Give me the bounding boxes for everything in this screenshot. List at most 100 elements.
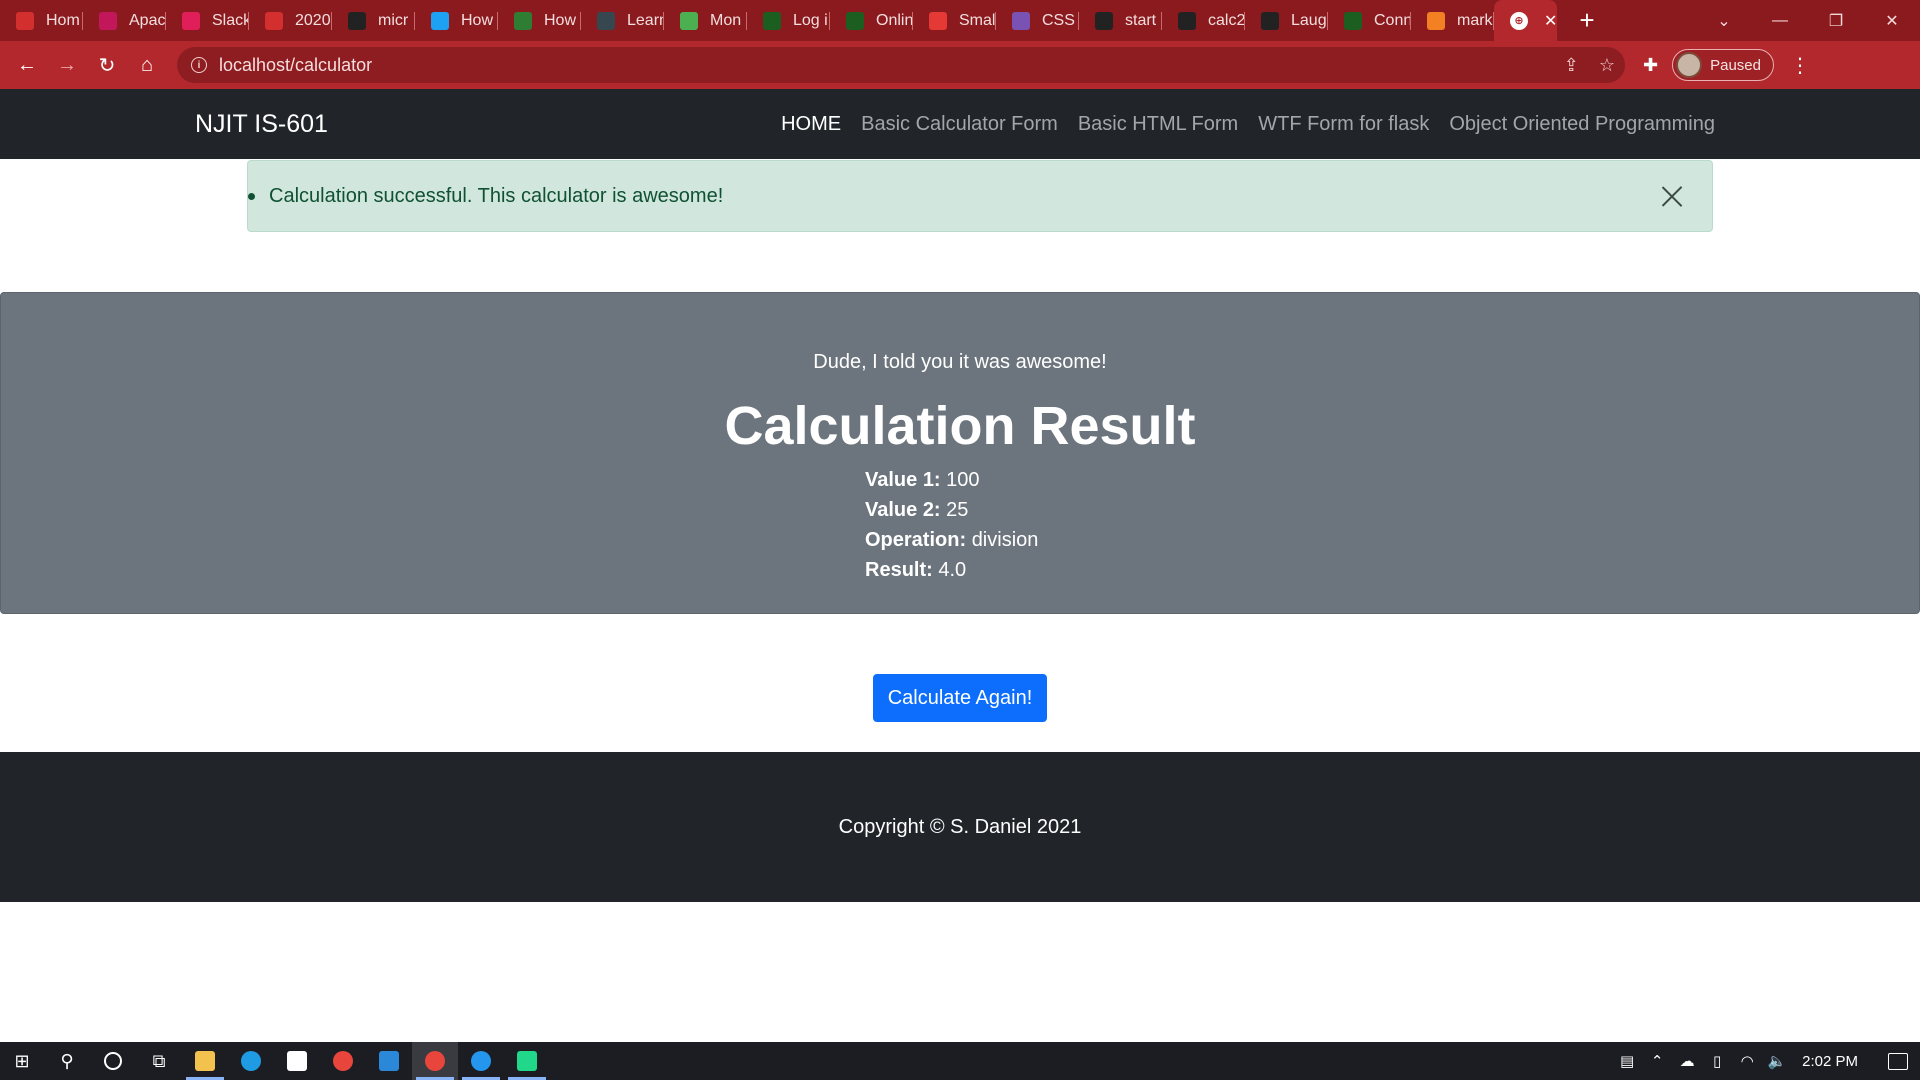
result-label: Value 2: [865, 499, 941, 521]
edge-icon [241, 1051, 261, 1071]
notification-center-button[interactable] [1876, 1052, 1920, 1070]
search-button[interactable]: ⚲ [44, 1042, 90, 1080]
success-alert: Calculation successful. This calculator … [247, 160, 1713, 232]
browser-tab[interactable]: Log i [747, 0, 830, 41]
device-icon[interactable]: ▯ [1702, 1052, 1732, 1070]
globe-icon: ⊕ [1510, 11, 1528, 30]
browser-tab[interactable]: Learn [581, 0, 664, 41]
result-label: Operation: [865, 529, 967, 551]
back-button[interactable]: ← [7, 45, 47, 85]
forward-button[interactable]: → [47, 45, 87, 85]
browser-tab-strip: Hom Apac Slack 2020 micr How How Learn Mon Log i O… [0, 0, 1920, 41]
browser-tab[interactable]: calc2 [1162, 0, 1245, 41]
taskbar-pycharm[interactable] [504, 1042, 550, 1080]
browser-tab[interactable]: 2020 [249, 0, 332, 41]
browser-tab[interactable]: Slack [166, 0, 249, 41]
red-logo-icon [16, 11, 34, 30]
browser-tab-label: mark [1457, 11, 1493, 29]
result-row-operation: Operation: division [865, 525, 1038, 555]
bullet-icon [248, 192, 255, 200]
result-value: division [971, 529, 1039, 551]
alert-close-button[interactable] [1660, 184, 1684, 208]
browser-tab[interactable]: Onlin [830, 0, 913, 41]
browser-tab-label: How [544, 11, 577, 29]
home-button[interactable]: ⌂ [127, 45, 167, 85]
reload-button[interactable]: ↻ [87, 45, 127, 85]
github-icon [1095, 11, 1113, 30]
news-widget-icon[interactable]: ▤ [1612, 1052, 1642, 1070]
browser-tab-label: micr [378, 11, 409, 29]
result-label: Result: [865, 559, 933, 581]
browser-tab[interactable]: Laug [1245, 0, 1328, 41]
feather-icon [99, 11, 117, 30]
taskbar-mail[interactable] [366, 1042, 412, 1080]
site-brand[interactable]: NJIT IS-601 [195, 110, 328, 139]
active-tab[interactable]: ⊕ Ir ✕ [1494, 0, 1557, 41]
taskbar-clock[interactable]: 2:02 PM [1802, 1053, 1858, 1070]
taskbar-edge[interactable] [228, 1042, 274, 1080]
volume-icon[interactable]: 🔈 [1762, 1052, 1792, 1070]
browser-menu-icon[interactable]: ⋮ [1790, 53, 1810, 78]
taskbar-file-explorer[interactable] [182, 1042, 228, 1080]
close-window-button[interactable]: ✕ [1864, 0, 1920, 41]
nav-link-wtf-form[interactable]: WTF Form for flask [1258, 113, 1429, 136]
close-tab-icon[interactable]: ✕ [1544, 11, 1557, 31]
github-icon [1261, 11, 1279, 30]
browser-toolbar: ← → ↻ ⌂ i localhost/calculator ⇪ ☆ ✚ Pau… [0, 41, 1920, 89]
browser-tab[interactable]: mark [1411, 0, 1494, 41]
browser-tab-label: calc2 [1208, 11, 1245, 29]
profile-button[interactable]: Paused [1672, 49, 1774, 81]
taskbar-store[interactable] [274, 1042, 320, 1080]
share-icon[interactable]: ⇪ [1564, 55, 1579, 76]
browser-tab-label: 2020 [295, 11, 331, 29]
mail-icon [379, 1051, 399, 1071]
extensions-puzzle-icon[interactable]: ✚ [1643, 55, 1658, 76]
browser-tab[interactable]: Hom [0, 0, 83, 41]
store-icon [287, 1051, 307, 1071]
browser-tab[interactable]: Conn [1328, 0, 1411, 41]
nav-link-basic-calculator-form[interactable]: Basic Calculator Form [861, 113, 1058, 136]
browser-tab[interactable]: start [1079, 0, 1162, 41]
wifi-icon[interactable]: ◠ [1732, 1052, 1762, 1070]
task-view-icon: ⧉ [152, 1050, 166, 1071]
browser-tab-label: Learn [627, 11, 664, 29]
site-navbar: NJIT IS-601 HOME Basic Calculator Form B… [0, 89, 1920, 159]
alert-message-item: Calculation successful. This calculator … [248, 185, 723, 208]
onedrive-icon[interactable]: ☁ [1672, 1052, 1702, 1070]
browser-tab[interactable]: Mon [664, 0, 747, 41]
back-arrow-icon: ← [17, 53, 37, 76]
taskbar-docker[interactable] [458, 1042, 504, 1080]
start-button[interactable]: ⊞ [0, 1042, 44, 1080]
minimize-button[interactable]: — [1752, 0, 1808, 41]
bookmark-star-icon[interactable]: ☆ [1599, 55, 1615, 76]
new-tab-button[interactable]: + [1565, 0, 1609, 41]
result-row-result: Result: 4.0 [865, 555, 1038, 585]
url-text[interactable]: localhost/calculator [219, 55, 372, 76]
task-view-button[interactable]: ⧉ [136, 1042, 182, 1080]
browser-tab[interactable]: How [498, 0, 581, 41]
avatar [1676, 52, 1703, 78]
taskbar-chrome[interactable] [320, 1042, 366, 1080]
tab-search-icon[interactable]: ⌄ [1696, 0, 1752, 41]
site-footer: Copyright © S. Daniel 2021 [0, 752, 1920, 902]
mongodb-leaf-icon [763, 11, 781, 30]
browser-tab[interactable]: micr [332, 0, 415, 41]
browser-tab[interactable]: Apac [83, 0, 166, 41]
notification-icon [1888, 1052, 1908, 1070]
nav-link-oop[interactable]: Object Oriented Programming [1449, 113, 1715, 136]
browser-tab[interactable]: CSS [996, 0, 1079, 41]
mongodb-leaf-icon [680, 11, 698, 30]
result-tagline: Dude, I told you it was awesome! [813, 351, 1107, 373]
nav-link-home[interactable]: HOME [781, 113, 841, 136]
site-info-icon[interactable]: i [191, 57, 207, 73]
calculate-again-button[interactable]: Calculate Again! [873, 674, 1047, 722]
nav-link-basic-html-form[interactable]: Basic HTML Form [1078, 113, 1238, 136]
tray-overflow-icon[interactable]: ⌃ [1642, 1052, 1672, 1070]
mongodb-leaf-icon [846, 11, 864, 30]
browser-tab[interactable]: How [415, 0, 498, 41]
browser-tab[interactable]: Smal [913, 0, 996, 41]
restore-button[interactable]: ❐ [1808, 0, 1864, 41]
taskbar-chrome-active[interactable] [412, 1042, 458, 1080]
cortana-button[interactable] [90, 1042, 136, 1080]
address-bar[interactable]: i localhost/calculator ⇪ ☆ [177, 47, 1625, 83]
